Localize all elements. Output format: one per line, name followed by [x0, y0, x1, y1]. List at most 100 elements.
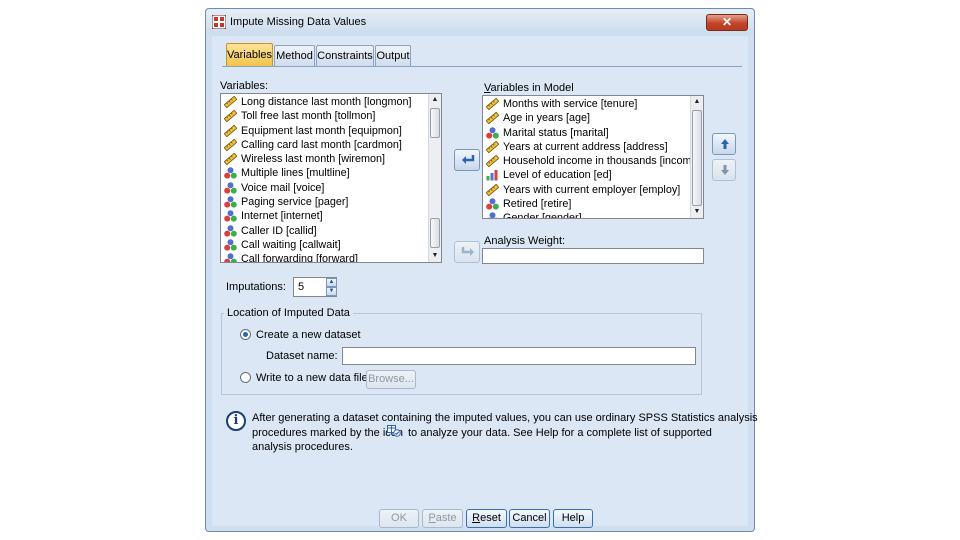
variable-list-item[interactable]: Internet [internet] [223, 209, 427, 223]
cancel-button[interactable]: Cancel [509, 509, 550, 528]
multiple-imputation-icon [387, 425, 401, 437]
imputations-spinner[interactable]: ▲ ▼ [326, 278, 337, 297]
model-variable-item-label: Years with current employer [employ] [503, 183, 681, 196]
model-variable-list-item[interactable]: Age in years [age] [485, 111, 689, 125]
analysis-weight-field[interactable] [482, 248, 704, 264]
variable-list-item[interactable]: Equipment last month [equipmon] [223, 124, 427, 138]
info-text-line3: analysis procedures. [252, 441, 353, 453]
tab-method[interactable]: Method [274, 45, 315, 66]
write-file-radio[interactable] [240, 372, 251, 383]
scale-icon [486, 98, 499, 110]
nominal-icon [488, 212, 497, 218]
variable-list-item[interactable]: Calling card last month [cardmon] [223, 138, 427, 152]
dataset-name-input[interactable] [342, 347, 696, 365]
analysis-weight-label: Analysis Weight: [484, 235, 566, 247]
variable-item-label: Wireless last month [wiremon] [241, 153, 385, 166]
reset-button[interactable]: Reset [466, 509, 507, 528]
imputations-label: Imputations: [226, 281, 286, 293]
scale-icon [224, 96, 237, 108]
model-variable-list-item[interactable]: Months with service [tenure] [485, 97, 689, 111]
spin-down-icon[interactable]: ▼ [326, 287, 337, 296]
create-dataset-label[interactable]: Create a new dataset [256, 329, 361, 341]
nominal-icon [224, 181, 237, 194]
info-text-line1: After generating a dataset containing th… [252, 412, 758, 424]
variable-list-item[interactable]: Voice mail [voice] [223, 181, 427, 195]
model-scroll-thumb[interactable] [692, 110, 702, 206]
variable-list-item[interactable]: Caller ID [callid] [223, 224, 427, 238]
write-file-label[interactable]: Write to a new data file [256, 372, 368, 384]
model-scroll-up-icon[interactable]: ▲ [691, 96, 703, 108]
dialog-window: Impute Missing Data Values ✕ Variables M… [205, 8, 758, 532]
model-variable-list-item[interactable]: Gender [gender] [485, 211, 689, 219]
model-scroll-down-icon[interactable]: ▼ [691, 206, 703, 218]
nominal-icon [224, 253, 237, 262]
variable-list-item[interactable]: Long distance last month [longmon] [223, 95, 427, 109]
title-bar[interactable]: Impute Missing Data Values ✕ [206, 9, 754, 35]
move-to-weight-button[interactable] [454, 241, 480, 263]
variable-list-item[interactable]: Paging service [pager] [223, 195, 427, 209]
model-variable-list-item[interactable]: Household income in thousands [income] [485, 154, 700, 168]
arrow-down-icon [721, 165, 729, 175]
variable-list-item[interactable]: Call forwarding [forward] [223, 252, 427, 262]
ordinal-icon [486, 170, 498, 181]
tab-divider [222, 66, 742, 67]
model-scrollbar[interactable]: ▲ ▼ [690, 96, 703, 218]
scale-icon [224, 138, 237, 151]
model-variable-list-item[interactable]: Retired [retire] [485, 197, 689, 211]
spin-up-icon[interactable]: ▲ [326, 278, 337, 287]
nominal-icon [224, 239, 237, 251]
move-down-button[interactable] [712, 159, 736, 181]
create-dataset-radio[interactable] [240, 329, 251, 340]
model-variable-item-label: Years at current address [address] [503, 140, 668, 153]
scroll-down-icon[interactable]: ▼ [429, 250, 441, 262]
model-variable-list-item[interactable]: Marital status [marital] [485, 126, 689, 140]
model-variable-list-item[interactable]: Level of education [ed] [485, 168, 689, 182]
model-label: Variables in Model [484, 82, 574, 94]
variable-item-label: Call waiting [callwait] [241, 238, 341, 251]
model-variables-listbox[interactable]: Months with service [tenure] Age in years… [482, 95, 704, 219]
help-button[interactable]: Help [553, 509, 593, 528]
tab-output[interactable]: Output [375, 45, 411, 66]
tab-variables[interactable]: Variables [226, 43, 273, 66]
close-button[interactable]: ✕ [706, 14, 748, 31]
window-title: Impute Missing Data Values [230, 16, 367, 28]
model-variable-list-item[interactable]: Years with current employer [employ] [485, 183, 689, 197]
variable-item-label: Internet [internet] [241, 210, 323, 223]
scale-icon [486, 112, 499, 125]
nominal-icon [486, 126, 499, 139]
variable-list-item[interactable]: Toll free last month [tollmon] [223, 109, 427, 123]
variable-list-item[interactable]: Multiple lines [multline] [223, 166, 427, 180]
ok-button[interactable]: OK [379, 509, 419, 528]
dataset-name-label: Dataset name: [266, 350, 338, 362]
variable-list-item[interactable]: Wireless last month [wiremon] [223, 152, 427, 166]
app-icon [212, 15, 226, 29]
variable-item-label: Voice mail [voice] [241, 181, 325, 194]
model-variable-item-label: Gender [gender] [503, 212, 582, 219]
scroll-up-icon[interactable]: ▲ [429, 94, 441, 106]
browse-button[interactable]: Browse... [366, 370, 416, 389]
scale-icon [486, 140, 499, 153]
variables-listbox[interactable]: Long distance last month [longmon] Toll f… [220, 93, 442, 263]
scale-icon [486, 155, 499, 168]
model-variable-list-item[interactable]: Years at current address [address] [485, 140, 689, 154]
nominal-icon [224, 167, 237, 180]
paste-button[interactable]: Paste [422, 509, 463, 528]
variable-item-label: Toll free last month [tollmon] [241, 110, 376, 123]
info-icon: i [226, 411, 246, 431]
nominal-icon [486, 198, 499, 210]
model-variable-item-label: Age in years [age] [503, 112, 591, 125]
nominal-icon [224, 210, 237, 222]
scale-icon [224, 124, 237, 137]
variables-scrollbar[interactable]: ▲ ▼ [428, 94, 441, 262]
model-variable-item-label: Months with service [tenure] [503, 98, 638, 110]
variables-label: Variables: [220, 80, 269, 92]
tab-constraints[interactable]: Constraints [316, 45, 374, 66]
move-to-model-button[interactable] [454, 149, 480, 171]
model-variable-item-label: Marital status [marital] [503, 126, 609, 139]
location-group-title: Location of Imputed Data [224, 307, 353, 319]
move-up-button[interactable] [712, 133, 736, 155]
variable-list-item[interactable]: Call waiting [callwait] [223, 238, 427, 252]
dialog-content: Variables Method Constraints Output Vari… [212, 36, 758, 528]
scroll-thumb[interactable] [430, 108, 440, 138]
scroll-thumb-lower[interactable] [430, 218, 440, 248]
